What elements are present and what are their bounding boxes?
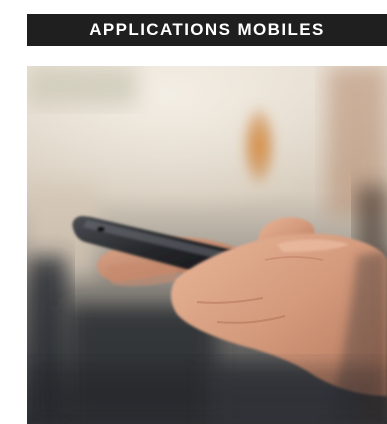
phone-in-hands-photo (27, 66, 387, 424)
category-banner[interactable]: APPLICATIONS MOBILES (27, 14, 387, 46)
hero-image[interactable] (27, 66, 387, 424)
category-banner-label: APPLICATIONS MOBILES (89, 20, 325, 39)
page: APPLICATIONS MOBILES (0, 0, 387, 424)
